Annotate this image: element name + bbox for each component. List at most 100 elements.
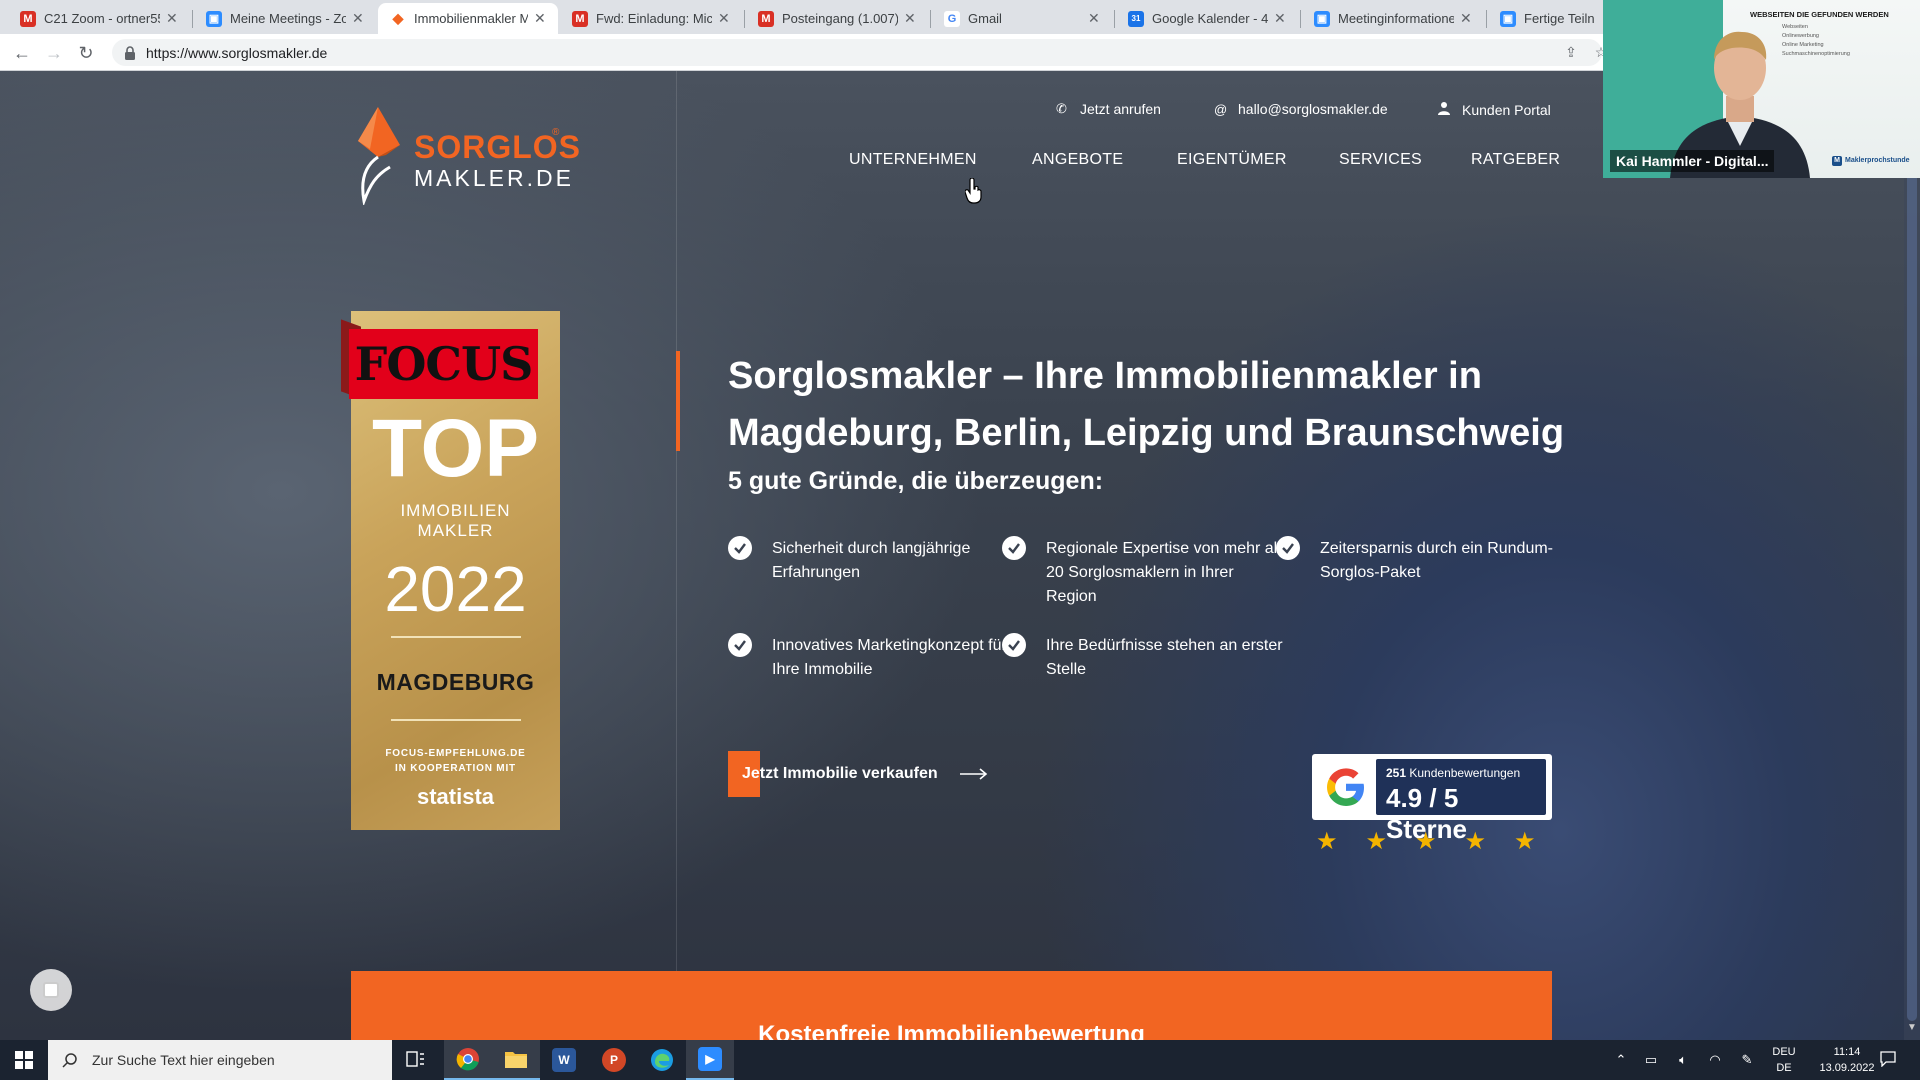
zoom-icon: ▣ — [1314, 10, 1330, 27]
chrome-icon[interactable] — [444, 1040, 492, 1080]
tab-close-icon[interactable]: ✕ — [1274, 10, 1288, 27]
tab-divider — [744, 10, 745, 28]
system-clock[interactable]: 11:14 13.09.2022 — [1812, 1044, 1882, 1076]
check-icon — [728, 536, 752, 560]
tab-close-icon[interactable]: ✕ — [352, 10, 366, 27]
star-icon: ★ — [1464, 828, 1487, 855]
tab-divider — [1486, 10, 1487, 28]
reason-item: Innovatives Marketingkonzept für Ihre Im… — [728, 633, 1012, 682]
sell-property-button[interactable]: Jetzt Immobilie verkaufen — [728, 751, 988, 797]
google-icon: G — [944, 10, 960, 27]
battery-icon[interactable]: ▭ — [1642, 1051, 1660, 1069]
tab-title: Google Kalender - 4 — [1152, 11, 1268, 26]
pen-icon[interactable]: ✎ — [1738, 1051, 1756, 1069]
hand-cursor-icon — [965, 178, 982, 204]
nav-services[interactable]: SERVICES — [1339, 151, 1422, 169]
reason-item: Ihre Bedürfnisse stehen an erster Stelle — [1002, 633, 1286, 682]
browser-tab[interactable]: M Fwd: Einladung: Micha ✕ — [560, 3, 742, 34]
back-arrow-icon[interactable]: ← — [10, 41, 34, 65]
valuation-banner[interactable]: Kostenfreie Immobilienbewertung — [351, 971, 1552, 1040]
zoom-app-icon[interactable]: ▶ — [686, 1040, 734, 1080]
hero-accent-bar — [676, 351, 680, 451]
reason-text: Zeitersparnis durch ein Rundum-Sorglos-P… — [1320, 540, 1553, 581]
url-text: https://www.sorglosmakler.de — [146, 44, 328, 61]
browser-tab[interactable]: ▣ Fertige Teilnehmer — [1488, 3, 1604, 34]
browser-tab[interactable]: M C21 Zoom - ortner55 ✕ — [8, 3, 190, 34]
site-logo[interactable]: SORGLOS ® MAKLER.DE — [350, 105, 580, 205]
browser-tab[interactable]: M Posteingang (1.007) - ✕ — [746, 3, 928, 34]
star-icon: ★ — [1316, 828, 1338, 855]
wifi-icon[interactable]: ◠ — [1706, 1051, 1724, 1069]
tab-close-icon[interactable]: ✕ — [718, 10, 732, 27]
hero-subtitle: 5 gute Gründe, die überzeugen: — [728, 467, 1104, 495]
nav-ratgeber[interactable]: RATGEBER — [1471, 151, 1560, 169]
nav-eigentuemer[interactable]: EIGENTÜMER — [1177, 151, 1287, 169]
gmail-icon: M — [20, 10, 36, 27]
call-label: Jetzt anrufen — [1080, 101, 1161, 117]
task-view-icon[interactable] — [392, 1040, 440, 1080]
tab-close-icon[interactable]: ✕ — [166, 10, 180, 27]
lock-icon — [125, 45, 135, 60]
tab-close-icon[interactable]: ✕ — [904, 10, 918, 27]
notification-icon[interactable] — [1880, 1051, 1898, 1069]
customer-portal-link[interactable]: Kunden Portal — [1438, 101, 1551, 118]
tab-title: C21 Zoom - ortner55 — [44, 11, 160, 26]
share-icon[interactable]: ⇪ — [1562, 43, 1580, 61]
brand-name-bottom: MAKLER.DE — [414, 165, 574, 191]
chat-widget-button[interactable] — [30, 969, 72, 1011]
badge-small-text: IN KOOPERATION MIT — [395, 763, 516, 774]
rating-panel: 251 Kundenbewertungen 4.9 / 5 Sterne — [1376, 759, 1546, 844]
vertical-divider — [676, 71, 677, 971]
powerpoint-icon[interactable]: P — [590, 1040, 638, 1080]
forward-arrow-icon[interactable]: → — [42, 41, 66, 65]
windows-start-icon[interactable] — [0, 1040, 48, 1080]
scroll-down-arrow-icon[interactable]: ▼ — [1906, 1022, 1918, 1034]
taskbar-search[interactable] — [48, 1040, 392, 1080]
statista-logo: statista — [416, 784, 495, 809]
email-link[interactable]: @ hallo@sorglosmakler.de — [1214, 101, 1388, 117]
valuation-banner-text: Kostenfreie Immobilienbewertung — [758, 1021, 1145, 1040]
star-icon: ★ — [1415, 828, 1437, 855]
badge-year: 2022 — [384, 553, 527, 625]
volume-icon[interactable]: 🔈︎ — [1674, 1051, 1692, 1069]
nav-angebote[interactable]: ANGEBOTE — [1032, 151, 1123, 169]
call-link[interactable]: ✆ Jetzt anrufen — [1056, 101, 1161, 117]
browser-tab[interactable]: ▣ Meetinginformationen ✕ — [1302, 3, 1484, 34]
arrow-right-icon — [959, 768, 987, 780]
browser-tab-active[interactable]: ◆ Immobilienmakler Ma ✕ — [378, 3, 558, 34]
word-icon[interactable]: W — [540, 1040, 588, 1080]
google-reviews-badge[interactable]: 251 Kundenbewertungen 4.9 / 5 Sterne — [1312, 754, 1552, 844]
search-input[interactable] — [90, 1051, 390, 1069]
tab-title: Gmail — [968, 11, 1002, 26]
tab-title: Fwd: Einladung: Micha — [596, 11, 712, 26]
badge-top-text: TOP — [371, 403, 540, 494]
slide-logo-text: Maklerprochstunde — [1845, 157, 1910, 164]
scrollbar-thumb[interactable] — [1907, 81, 1917, 1021]
browser-tab[interactable]: ▣ Meine Meetings - Zoo ✕ — [194, 3, 376, 34]
language-indicator[interactable]: DEU DE — [1768, 1044, 1800, 1076]
nav-unternehmen[interactable]: UNTERNEHMEN — [849, 151, 977, 169]
edge-icon[interactable] — [638, 1040, 686, 1080]
tab-divider — [1114, 10, 1115, 28]
file-explorer-icon[interactable] — [492, 1040, 540, 1080]
review-count-number: 251 — [1386, 766, 1407, 780]
clock-time: 11:14 — [1833, 1046, 1861, 1058]
tab-close-icon[interactable]: ✕ — [1460, 10, 1474, 27]
tray-chevron-up-icon[interactable]: ⌃ — [1612, 1051, 1630, 1069]
tab-title: Meine Meetings - Zoo — [230, 11, 346, 26]
check-icon — [1002, 536, 1026, 560]
cta-label: Jetzt Immobilie verkaufen — [742, 765, 938, 782]
hero-title: Sorglosmakler – Ihre Immobilienmakler in… — [728, 355, 1565, 454]
reload-icon[interactable]: ↻ — [74, 41, 98, 65]
tab-close-icon[interactable]: ✕ — [534, 10, 548, 27]
browser-tab[interactable]: 31 Google Kalender - 4 ✕ — [1116, 3, 1298, 34]
chat-icon — [43, 982, 59, 998]
browser-tab[interactable]: G Gmail ✕ — [932, 3, 1112, 34]
url-field[interactable]: https://www.sorglosmakler.de — [112, 39, 1602, 66]
google-g-icon — [1327, 768, 1364, 806]
zoom-icon: ▣ — [1500, 10, 1516, 27]
check-icon — [728, 633, 752, 657]
tab-close-icon[interactable]: ✕ — [1088, 10, 1102, 27]
webpage-viewport: SORGLOS ® MAKLER.DE ✆ Jetzt anrufen @ ha… — [0, 71, 1920, 1040]
reason-item: Regionale Expertise von mehr als 20 Sorg… — [1002, 536, 1286, 609]
